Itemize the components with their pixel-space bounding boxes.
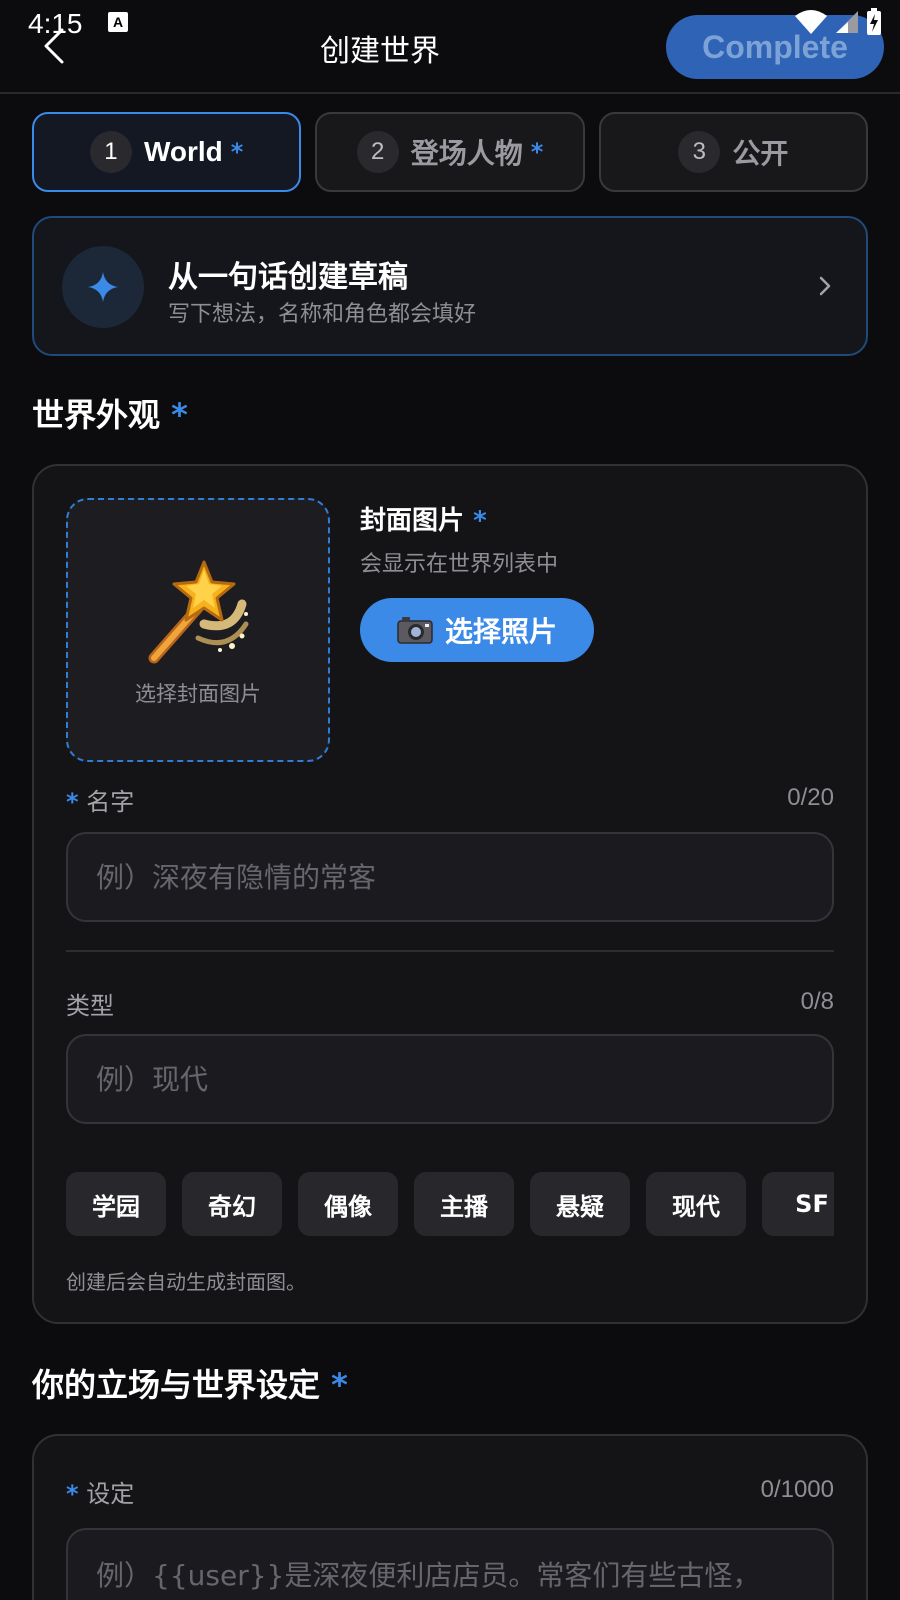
wifi-icon (795, 10, 827, 34)
genre-field[interactable] (66, 1034, 834, 1124)
name-field-label: * 名字 (66, 782, 134, 817)
appearance-card: 选择封面图片 封面图片 * 会显示在世界列表中 选择照片 * 名字 0/20 类… (32, 464, 868, 1324)
genre-input[interactable] (68, 1036, 832, 1122)
genre-field-label: 类型 (66, 992, 114, 1020)
step-tabs: 1 World * 2 登场人物 * 3 公开 (32, 112, 868, 192)
camera-icon (397, 617, 433, 644)
draft-from-sentence-card[interactable]: 从一句话创建草稿 写下想法，名称和角色都会填好 (32, 216, 868, 356)
tab-world[interactable]: 1 World * (32, 112, 302, 192)
step-number: 2 (356, 131, 399, 173)
choose-photo-button[interactable]: 选择照片 (360, 598, 594, 662)
choose-photo-label: 选择照片 (444, 615, 557, 648)
draft-subtitle: 写下想法，名称和角色都会填好 (168, 302, 477, 327)
draft-title: 从一句话创建草稿 (168, 260, 408, 295)
status-bar: 4:15 A (0, 0, 900, 48)
setting-label-text: 设定 (86, 1480, 135, 1508)
cover-title-text: 封面图片 (360, 506, 465, 536)
setting-char-count: 0/1000 (760, 1476, 834, 1503)
genre-chip[interactable]: 现代 (646, 1172, 746, 1236)
section-title-text: 你的立场与世界设定 (32, 1366, 321, 1404)
genre-chip[interactable]: 偶像 (298, 1172, 398, 1236)
genre-chip-row: 学园 奇幻 偶像 主播 悬疑 现代 SF (66, 1172, 834, 1236)
tab-characters[interactable]: 2 登场人物 * (315, 112, 585, 192)
tab-publish[interactable]: 3 公开 (598, 112, 868, 192)
tab-label: 登场人物 (410, 137, 523, 170)
required-mark: * (66, 1480, 79, 1508)
step-number: 1 (89, 131, 132, 173)
cover-image-subtitle: 会显示在世界列表中 (360, 552, 559, 577)
required-mark: * (473, 506, 487, 536)
divider (66, 950, 834, 952)
tab-label: World (143, 136, 223, 167)
setting-field-label: * 设定 (66, 1474, 134, 1509)
cover-picker-label: 选择封面图片 (135, 682, 261, 706)
status-icons (794, 8, 882, 36)
genre-char-count: 0/8 (800, 988, 834, 1015)
genre-chip[interactable]: 奇幻 (182, 1172, 282, 1236)
required-mark: * (230, 138, 244, 166)
name-field[interactable] (66, 832, 834, 922)
appearance-section-title: 世界外观 * (32, 390, 188, 436)
cover-autogen-hint: 创建后会自动生成封面图。 (66, 1270, 306, 1294)
setting-section-title: 你的立场与世界设定 * (32, 1360, 348, 1406)
magic-wand-icon (148, 560, 249, 664)
required-mark: * (530, 138, 544, 166)
required-mark: * (331, 1366, 348, 1404)
signal-icon (836, 11, 858, 33)
status-time: 4:15 (28, 8, 83, 39)
sparkle-icon (62, 246, 144, 328)
setting-card: * 设定 0/1000 例）{{user}}是深夜便利店店员。常客们有些古怪， (32, 1434, 868, 1600)
name-label-text: 名字 (86, 788, 135, 816)
name-input[interactable] (68, 834, 832, 920)
notification-icon: A (108, 12, 128, 32)
name-char-count: 0/20 (787, 784, 834, 811)
genre-chip[interactable]: 悬疑 (530, 1172, 630, 1236)
required-mark: * (171, 396, 188, 434)
tab-label: 公开 (732, 137, 789, 170)
chevron-right-icon (818, 268, 838, 304)
setting-textarea[interactable]: 例）{{user}}是深夜便利店店员。常客们有些古怪， (66, 1528, 834, 1600)
genre-chip[interactable]: 主播 (414, 1172, 514, 1236)
battery-charging-icon (867, 8, 881, 35)
section-title-text: 世界外观 (32, 396, 161, 434)
cover-image-picker[interactable]: 选择封面图片 (66, 498, 330, 762)
step-number: 3 (678, 131, 721, 173)
genre-chip[interactable]: 学园 (66, 1172, 166, 1236)
genre-chip[interactable]: SF (762, 1172, 834, 1236)
cover-image-title: 封面图片 * (360, 500, 487, 537)
required-mark: * (66, 788, 79, 816)
